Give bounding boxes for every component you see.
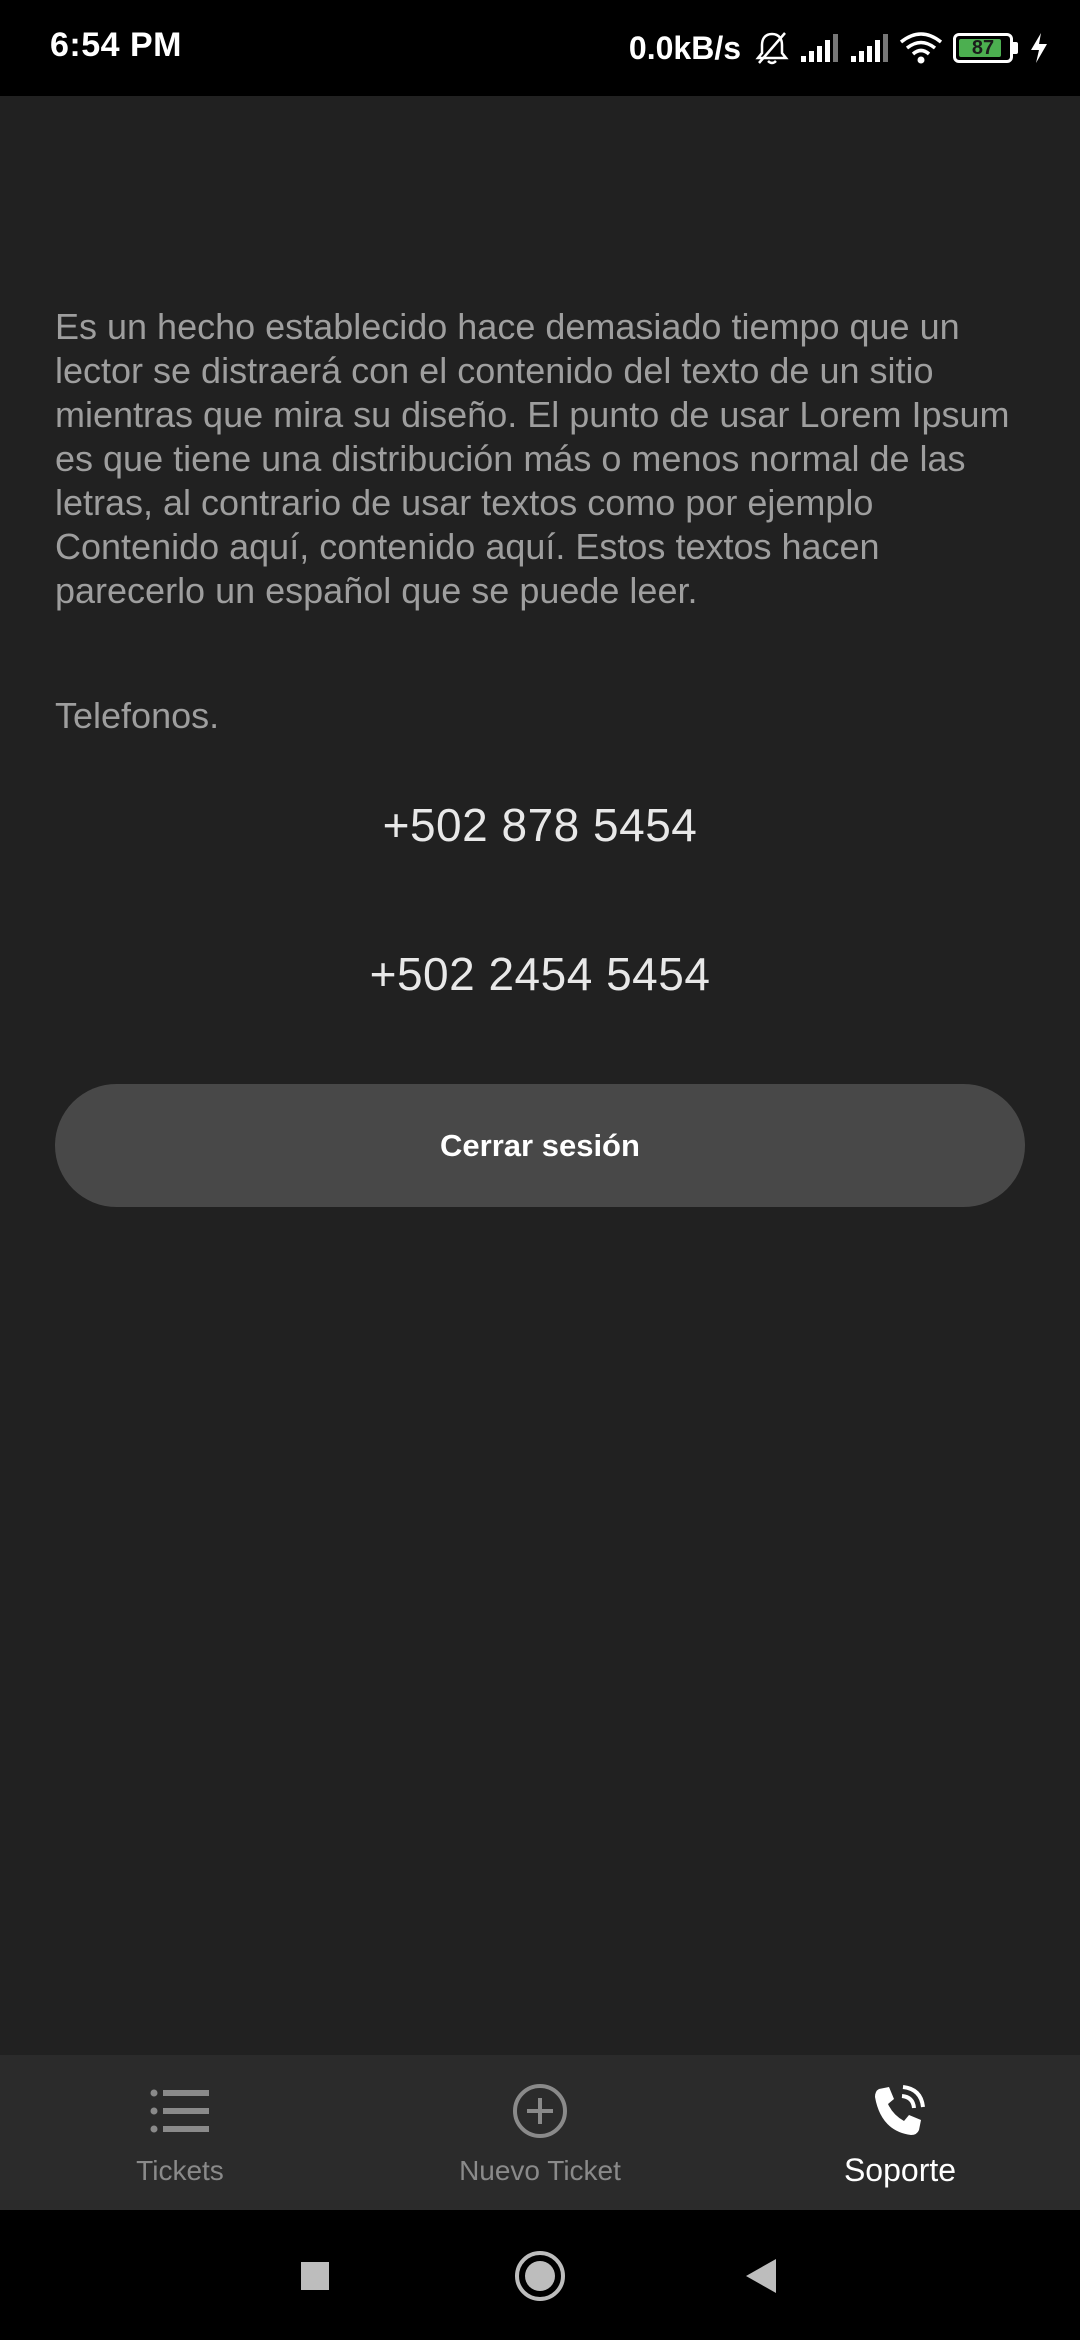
nav-support[interactable]: Soporte — [720, 2055, 1080, 2210]
status-bar: 6:54 PM 0.0kB/s 87 — [0, 0, 1080, 96]
status-icons: 0.0kB/s 87 — [629, 22, 1050, 74]
recent-apps-icon[interactable] — [287, 2248, 343, 2304]
wifi-icon — [899, 31, 943, 65]
charging-icon — [1028, 32, 1050, 64]
battery-nub — [1013, 42, 1018, 54]
nav-support-label: Soporte — [843, 2152, 957, 2188]
system-navigation-bar — [0, 2210, 1080, 2340]
support-info: Es un hecho establecido hace demasiado t… — [55, 305, 1025, 613]
phone-number-2[interactable]: +502 2454 5454 — [0, 947, 1080, 1001]
nav-new-ticket-label: Nuevo Ticket — [459, 2155, 621, 2186]
network-speed: 0.0kB/s — [628, 29, 741, 66]
phones-label: Telefonos. — [55, 695, 220, 736]
nav-tickets[interactable]: Tickets — [0, 2055, 360, 2210]
logout-button[interactable]: Cerrar sesión — [55, 1084, 1025, 1207]
bottom-navigation: Tickets Nuevo Ticket Soporte — [0, 2055, 1080, 2210]
mute-bell-icon — [755, 30, 789, 66]
nav-new-ticket[interactable]: Nuevo Ticket — [360, 2055, 720, 2210]
nav-tickets-label: Tickets — [136, 2155, 224, 2186]
phone-number-1[interactable]: +502 878 5454 — [0, 798, 1080, 852]
signal-icon — [799, 32, 839, 64]
support-screen: 6:54 PM 0.0kB/s 87 Es un hecho estableci… — [0, 0, 1080, 2340]
phone-call-icon — [868, 2083, 932, 2139]
home-icon[interactable] — [512, 2248, 568, 2304]
status-time: 6:54 PM — [50, 26, 182, 64]
list-icon — [148, 2083, 212, 2139]
battery-icon: 87 — [953, 33, 1013, 63]
signal-icon — [849, 32, 889, 64]
add-circle-icon — [508, 2083, 572, 2139]
description-text: Es un hecho establecido hace demasiado t… — [55, 306, 1010, 611]
battery-level: 87 — [971, 36, 995, 59]
back-icon[interactable] — [733, 2248, 789, 2304]
